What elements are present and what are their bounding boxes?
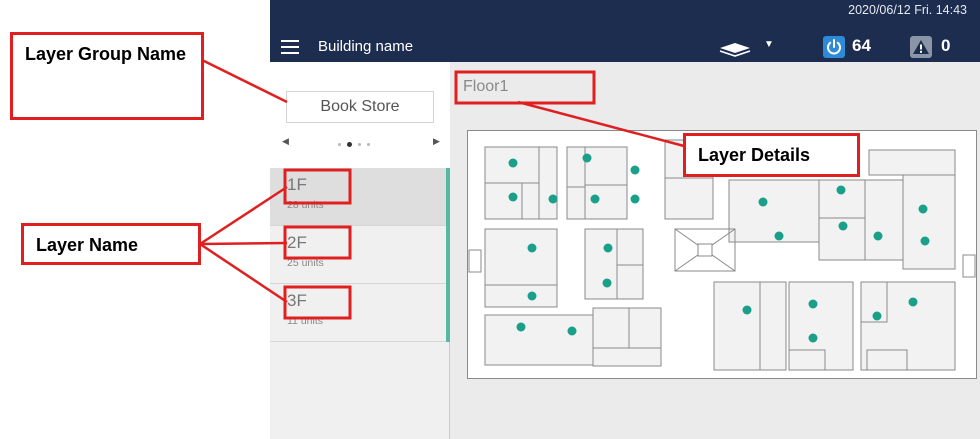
- layer-group-name[interactable]: Book Store: [286, 91, 434, 123]
- datetime: 2020/06/12 Fri. 14:43: [848, 3, 967, 17]
- layer-accent-bar: [446, 284, 450, 342]
- layer-item-1f[interactable]: 1F 28 units: [270, 168, 450, 226]
- power-on-count: 64: [852, 36, 871, 55]
- layer-units: 25 units: [287, 257, 324, 269]
- layer-group-header: Book Store ◀ ▶: [270, 62, 450, 168]
- prev-group-arrow-icon[interactable]: ◀: [282, 136, 289, 147]
- layer-select-button[interactable]: ▼: [718, 38, 778, 58]
- top-bar: 2020/06/12 Fri. 14:43 Building name ▼ 64: [270, 0, 980, 62]
- layer-name: 1F: [287, 175, 307, 194]
- alert-icon[interactable]: [910, 36, 932, 58]
- app-window: 2020/06/12 Fri. 14:43 Building name ▼ 64: [270, 0, 980, 439]
- pager-dot[interactable]: [338, 142, 341, 146]
- layer-units: 11 units: [287, 315, 323, 327]
- layer-name: 2F: [287, 233, 307, 252]
- layer-details-callout: Layer Details: [683, 133, 860, 177]
- alert-count: 0: [941, 36, 951, 55]
- building-name: Building name: [318, 38, 414, 55]
- chevron-down-icon: ▼: [764, 39, 774, 50]
- layer-units: 28 units: [287, 199, 324, 211]
- layer-name: 3F: [287, 291, 307, 310]
- pager-dot[interactable]: [358, 142, 361, 146]
- next-group-arrow-icon[interactable]: ▶: [433, 136, 440, 147]
- layer-accent-bar: [446, 226, 450, 284]
- power-icon[interactable]: [823, 36, 845, 58]
- layers-icon: [719, 43, 751, 57]
- layer-item-3f[interactable]: 3F 11 units: [270, 284, 450, 342]
- sidebar: Book Store ◀ ▶ 1F 28 units 2F 25 units 3…: [270, 62, 450, 439]
- layer-name-callout: Layer Name: [21, 223, 201, 265]
- layer-group-name-callout: Layer Group Name: [10, 32, 204, 120]
- pager-dot-active[interactable]: [347, 141, 352, 147]
- group-pager-dots: [338, 141, 370, 147]
- layer-accent-bar: [446, 168, 450, 226]
- menu-icon[interactable]: [281, 40, 299, 54]
- pager-dot[interactable]: [367, 142, 370, 146]
- layer-item-2f[interactable]: 2F 25 units: [270, 226, 450, 284]
- layer-details-title: Floor1: [463, 78, 509, 95]
